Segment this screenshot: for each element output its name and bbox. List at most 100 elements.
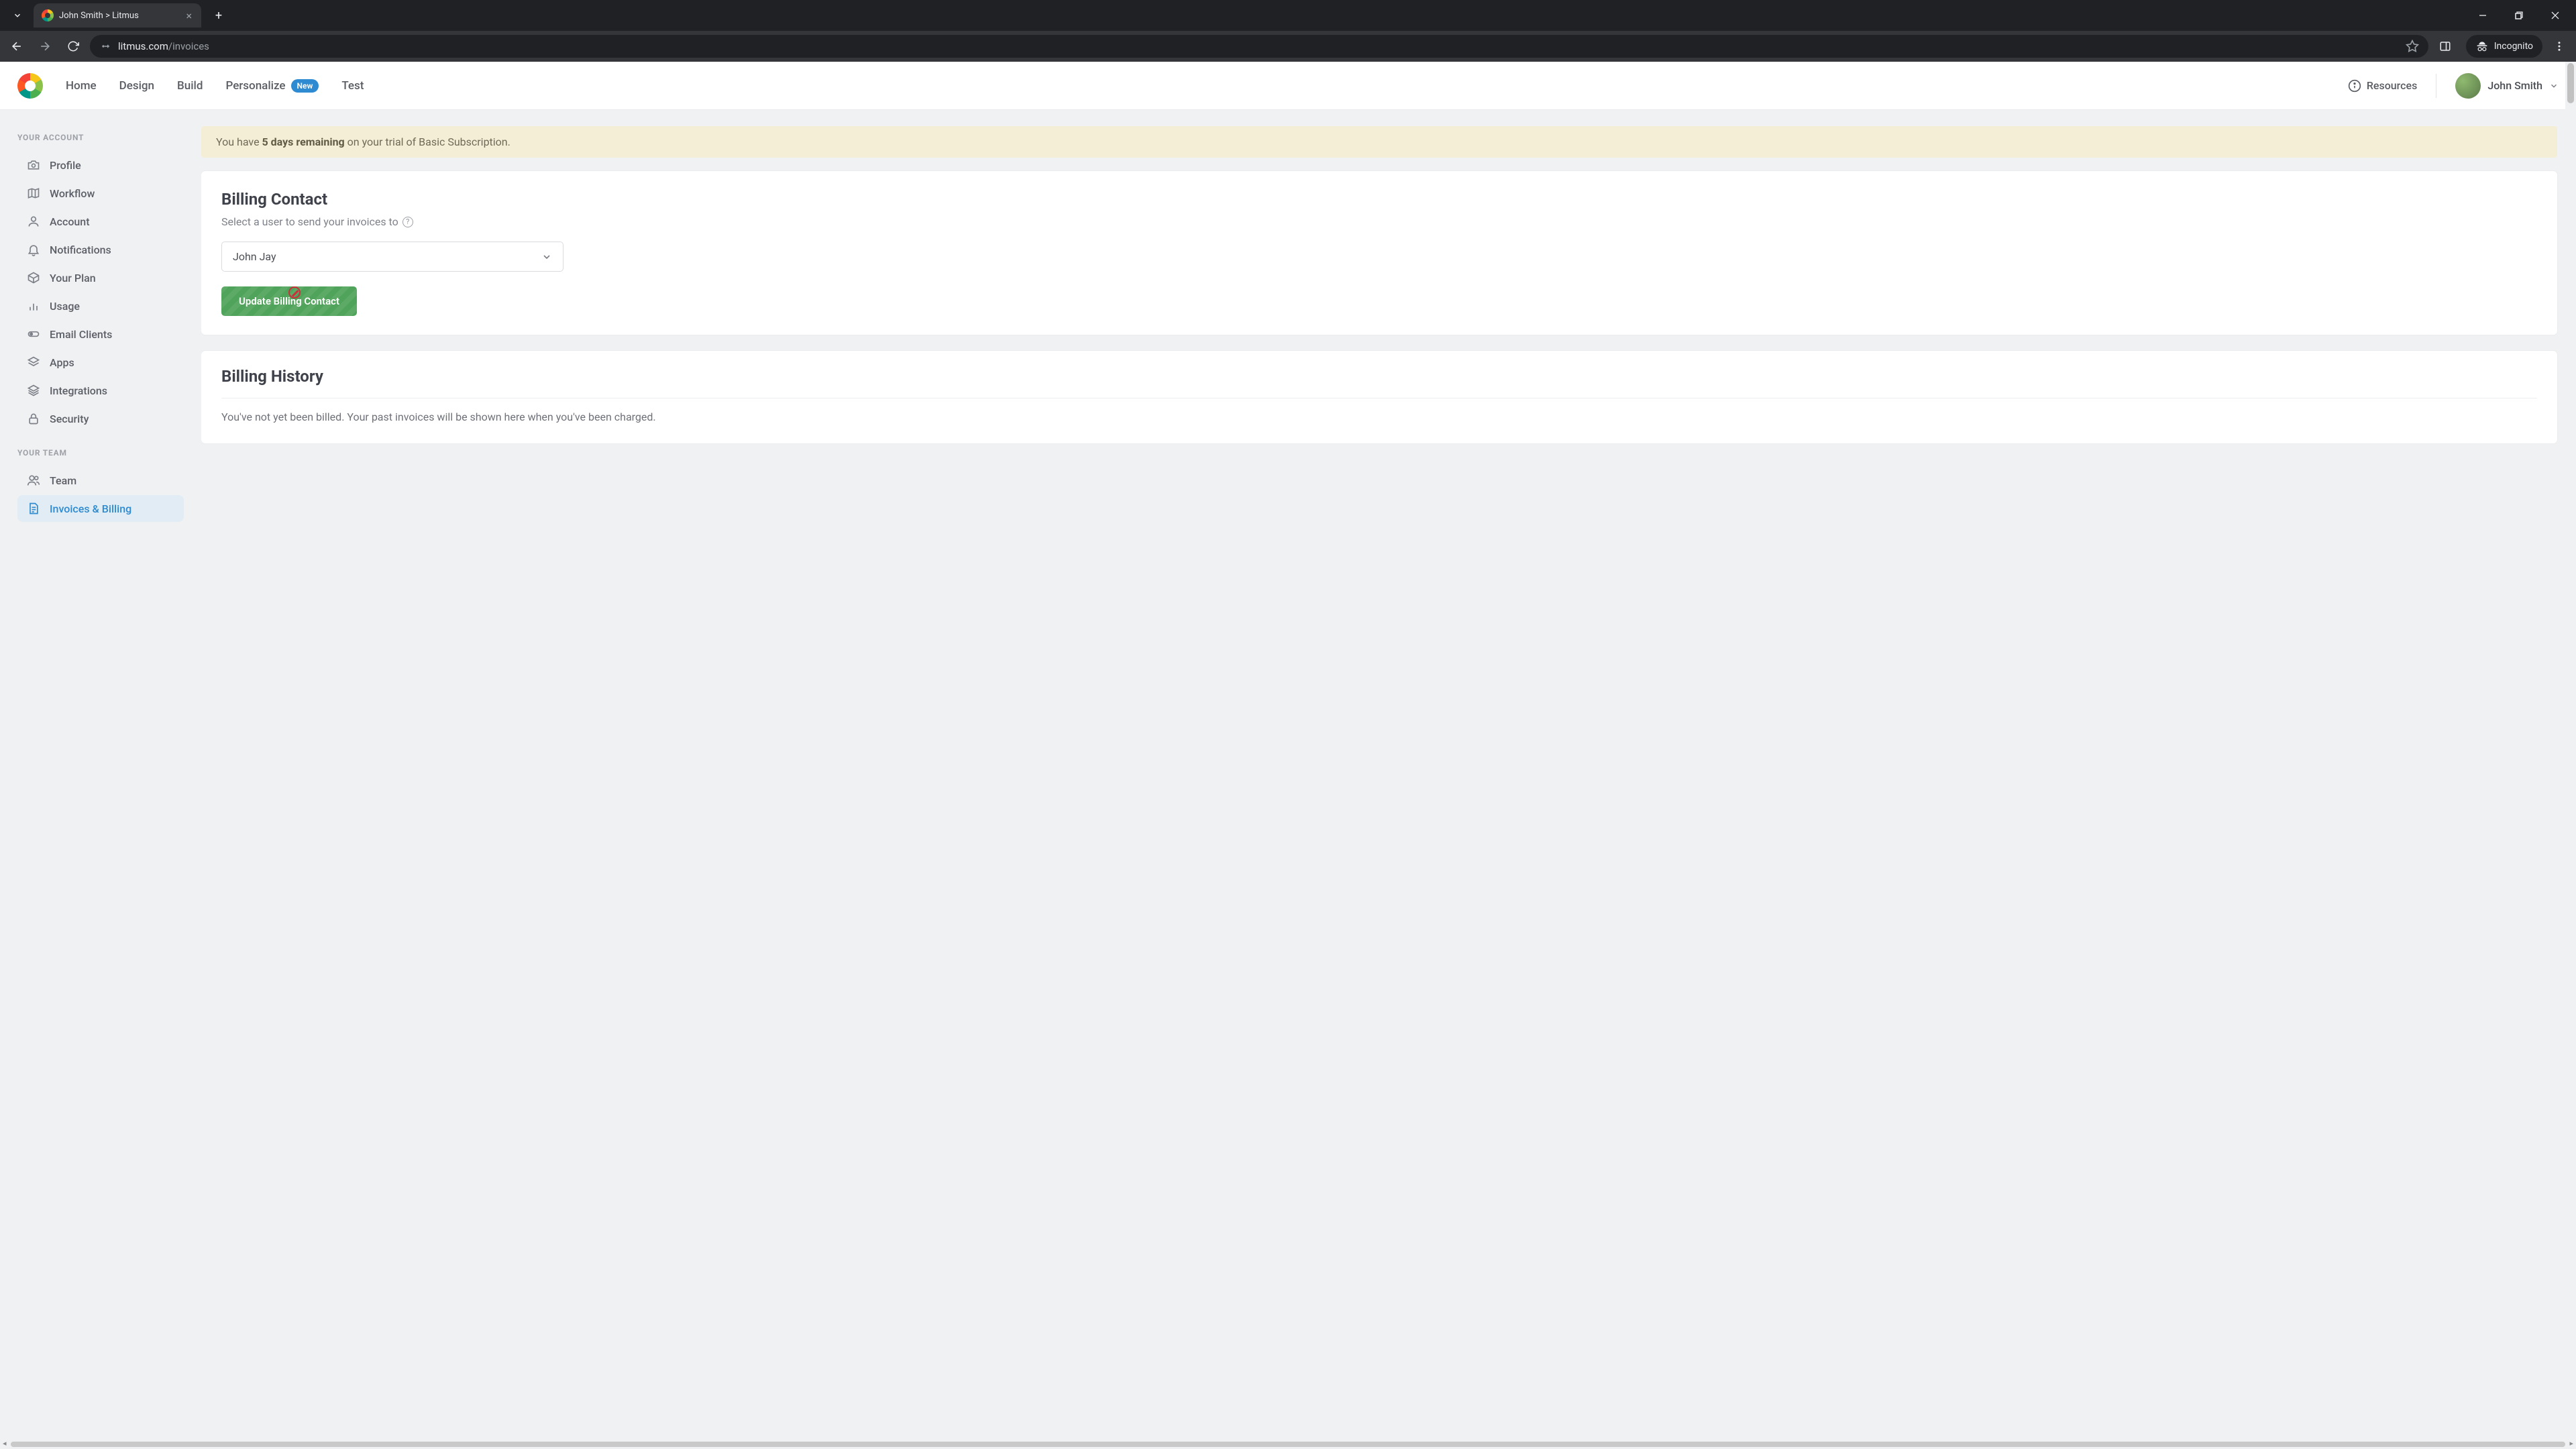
browser-tab[interactable]: John Smith > Litmus × — [34, 3, 201, 28]
sidebar-item-account[interactable]: Account — [17, 208, 184, 235]
sidebar-group-team: YOUR TEAM — [17, 448, 184, 458]
sidebar-item-label: Your Plan — [50, 272, 96, 284]
info-icon — [2348, 79, 2361, 93]
sidebar-item-label: Account — [50, 215, 90, 228]
sidebar-item-label: Invoices & Billing — [50, 502, 131, 515]
sidebar-item-label: Email Clients — [50, 328, 112, 341]
tab-close-icon[interactable]: × — [184, 9, 193, 22]
banner-bold: 5 days remaining — [262, 136, 345, 148]
tab-bar: John Smith > Litmus × + — [0, 0, 2576, 31]
resources-label: Resources — [2367, 79, 2418, 92]
camera-icon — [27, 158, 40, 172]
update-billing-contact-button[interactable]: Update Billing Contact — [221, 286, 357, 316]
billing-contact-title: Billing Contact — [221, 190, 2537, 209]
sidebar-group-account: YOUR ACCOUNT — [17, 133, 184, 142]
close-window-button[interactable] — [2540, 5, 2571, 26]
sidebar-item-label: Integrations — [50, 384, 107, 397]
chevron-down-icon — [541, 252, 552, 262]
avatar — [2455, 73, 2481, 99]
banner-suffix: on your trial of Basic Subscription. — [345, 136, 511, 148]
billing-history-title: Billing History — [221, 367, 2537, 386]
tab-search-dropdown[interactable] — [5, 3, 30, 28]
nav-test[interactable]: Test — [341, 79, 364, 93]
user-icon — [27, 215, 40, 228]
sidebar-item-apps[interactable]: Apps — [17, 349, 184, 376]
app-nav: Home Design Build Personalize New Test — [66, 79, 364, 93]
window-controls — [2467, 5, 2576, 26]
sidebar-item-label: Notifications — [50, 244, 111, 256]
sidebar-item-invoices[interactable]: Invoices & Billing — [17, 495, 184, 522]
nav-home[interactable]: Home — [66, 79, 97, 93]
bar-chart-icon — [27, 299, 40, 313]
chevron-down-icon — [2549, 81, 2559, 91]
billing-contact-subtitle: Select a user to send your invoices to ? — [221, 215, 2537, 228]
maximize-button[interactable] — [2504, 5, 2534, 26]
sidebar-item-label: Apps — [50, 356, 74, 369]
help-icon[interactable]: ? — [402, 217, 413, 227]
user-menu[interactable]: John Smith — [2455, 73, 2559, 99]
map-icon — [27, 186, 40, 200]
chrome-menu-icon[interactable] — [2548, 35, 2571, 58]
reload-button[interactable] — [62, 35, 85, 58]
app-header: Home Design Build Personalize New Test R… — [0, 62, 2576, 110]
sidebar-item-team[interactable]: Team — [17, 467, 184, 494]
incognito-label: Incognito — [2494, 41, 2533, 52]
sidebar-item-label: Profile — [50, 159, 81, 172]
url-bar[interactable]: litmus.com/invoices — [90, 35, 2428, 58]
incognito-badge[interactable]: Incognito — [2466, 35, 2542, 58]
sidebar-item-your-plan[interactable]: Your Plan — [17, 264, 184, 291]
sidebar-item-notifications[interactable]: Notifications — [17, 236, 184, 263]
minimize-button[interactable] — [2467, 5, 2498, 26]
url-text: litmus.com/invoices — [118, 40, 2399, 52]
tab-favicon — [42, 9, 54, 21]
tab-title: John Smith > Litmus — [59, 11, 179, 21]
layers-icon — [27, 356, 40, 369]
billing-contact-select[interactable]: John Jay — [221, 241, 564, 272]
horizontal-scrollbar[interactable] — [0, 1440, 2576, 1449]
users-icon — [27, 474, 40, 487]
nav-personalize[interactable]: Personalize New — [225, 79, 319, 93]
nav-build[interactable]: Build — [177, 79, 203, 93]
banner-prefix: You have — [216, 136, 262, 148]
nav-personalize-label: Personalize — [225, 79, 285, 93]
page-viewport: Home Design Build Personalize New Test R… — [0, 62, 2576, 1440]
user-name-label: John Smith — [2487, 79, 2542, 92]
sidebar-item-email-clients[interactable]: Email Clients — [17, 321, 184, 347]
sidebar: YOUR ACCOUNT Profile Workflow Account No… — [0, 110, 201, 1440]
litmus-logo[interactable] — [17, 73, 43, 99]
resources-link[interactable]: Resources — [2348, 79, 2418, 93]
document-icon — [27, 502, 40, 515]
billing-history-body: You've not yet been billed. Your past in… — [221, 398, 2537, 423]
vertical-scrollbar[interactable] — [2565, 62, 2576, 1440]
incognito-icon — [2475, 40, 2489, 53]
sidebar-item-usage[interactable]: Usage — [17, 292, 184, 319]
sidebar-item-workflow[interactable]: Workflow — [17, 180, 184, 207]
side-panel-icon[interactable] — [2434, 35, 2457, 58]
bell-icon — [27, 243, 40, 256]
site-info-icon[interactable] — [99, 40, 111, 52]
layers-icon — [27, 384, 40, 397]
lock-icon — [27, 412, 40, 425]
box-icon — [27, 271, 40, 284]
billing-history-card: Billing History You've not yet been bill… — [201, 351, 2557, 443]
sidebar-item-label: Usage — [50, 300, 80, 313]
sidebar-item-security[interactable]: Security — [17, 405, 184, 432]
sidebar-item-label: Security — [50, 413, 89, 425]
forward-button[interactable] — [34, 35, 56, 58]
back-button[interactable] — [5, 35, 28, 58]
browser-chrome: John Smith > Litmus × + litmus.com/invoi… — [0, 0, 2576, 62]
nav-bar: litmus.com/invoices Incognito — [0, 31, 2576, 62]
sidebar-item-label: Team — [50, 474, 76, 487]
billing-contact-card: Billing Contact Select a user to send yo… — [201, 171, 2557, 335]
app-body: YOUR ACCOUNT Profile Workflow Account No… — [0, 110, 2576, 1440]
trial-banner: You have 5 days remaining on your trial … — [201, 126, 2557, 158]
bookmark-star-icon[interactable] — [2406, 40, 2419, 53]
badge-new: New — [291, 79, 319, 93]
sidebar-item-profile[interactable]: Profile — [17, 152, 184, 178]
toggle-icon — [27, 327, 40, 341]
nav-design[interactable]: Design — [119, 79, 154, 93]
new-tab-button[interactable]: + — [209, 6, 228, 25]
main-content: You have 5 days remaining on your trial … — [201, 110, 2576, 1440]
sidebar-item-integrations[interactable]: Integrations — [17, 377, 184, 404]
sidebar-item-label: Workflow — [50, 187, 95, 200]
